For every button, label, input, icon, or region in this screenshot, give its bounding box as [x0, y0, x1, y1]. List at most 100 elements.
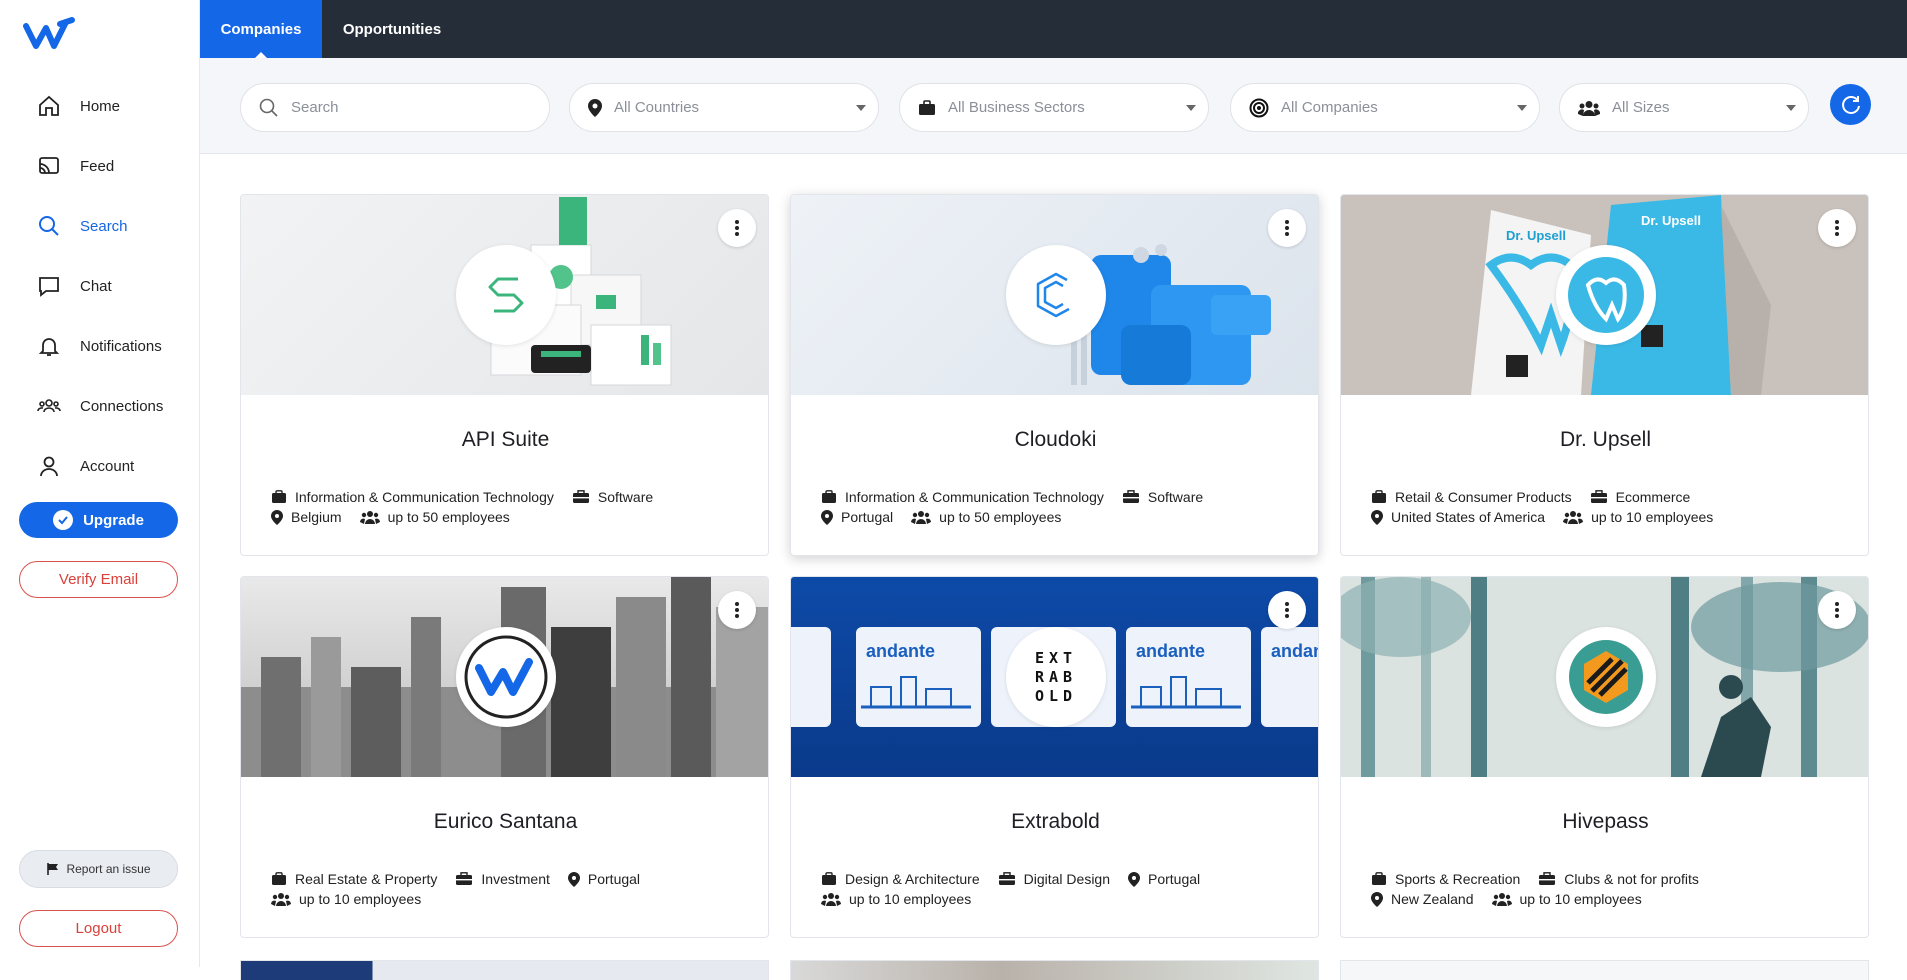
company-logo	[456, 627, 556, 727]
company-card[interactable]: API Suite Information & Communication Te…	[240, 194, 769, 556]
extrabold-logo-text: EXTRABOLD	[1034, 648, 1078, 705]
sectors-select[interactable]: All Business Sectors	[899, 83, 1209, 132]
company-meta: Retail & Consumer Products Ecommerce Uni…	[1371, 487, 1851, 527]
country-label: Belgium	[291, 509, 342, 525]
sector-tag: Real Estate & Property	[271, 871, 437, 887]
sector-icon	[822, 872, 836, 885]
tab-companies[interactable]: Companies	[200, 0, 322, 59]
sidebar-item-notifications[interactable]: Notifications	[0, 316, 200, 376]
sector-icon	[822, 490, 836, 503]
image-text: andante	[866, 641, 935, 661]
sidebar-item-home[interactable]: Home	[0, 76, 200, 136]
image-text: Dr. Upsell	[1641, 213, 1701, 228]
country-tag: Portugal	[821, 509, 893, 525]
sector-label: Retail & Consumer Products	[1395, 489, 1572, 505]
company-meta: Real Estate & Property Investment Portug…	[271, 869, 751, 909]
more-options-button[interactable]	[1818, 591, 1856, 629]
country-label: Portugal	[1148, 871, 1201, 887]
country-label: United States of America	[1391, 509, 1546, 525]
sidebar-item-label: Search	[80, 217, 128, 235]
people-icon	[821, 893, 841, 906]
company-card[interactable]: andante andante andante EXTRABOLD Extrab…	[790, 576, 1319, 938]
company-card[interactable]: Cloudoki Information & Communication Tec…	[790, 194, 1319, 556]
toolbox-icon	[1590, 490, 1607, 503]
flag-icon	[47, 863, 59, 875]
search-placeholder: Search	[291, 99, 339, 116]
toolbox-icon	[456, 872, 473, 885]
company-card[interactable]: Hivepass Sports & Recreation Clubs & not…	[1340, 576, 1869, 938]
sidebar: Home Feed Search Chat Notifications Conn…	[0, 0, 200, 967]
search-icon	[259, 98, 279, 118]
top-tabs-bar: Companies Opportunities	[200, 0, 1907, 59]
app-logo[interactable]	[22, 16, 78, 52]
chevron-down-icon	[1186, 105, 1196, 111]
company-name: Eurico Santana	[433, 810, 578, 833]
sidebar-item-account[interactable]: Account	[0, 436, 200, 496]
more-vertical-icon	[1835, 220, 1839, 236]
sector-icon	[272, 490, 286, 503]
logout-button[interactable]: Logout	[19, 910, 178, 947]
people-icon	[1491, 893, 1512, 906]
category-tag: Investment	[455, 871, 550, 887]
countries-select[interactable]: All Countries	[569, 83, 879, 132]
company-meta: Information & Communication Technology S…	[271, 487, 751, 527]
sectors-value: All Business Sectors	[948, 99, 1085, 116]
sidebar-item-connections[interactable]: Connections	[0, 376, 200, 436]
country-tag: Belgium	[271, 509, 342, 525]
category-tag: Digital Design	[998, 871, 1110, 887]
company-logo	[1556, 245, 1656, 345]
size-tag: up to 50 employees	[911, 509, 1061, 525]
size-tag: up to 10 employees	[821, 891, 971, 907]
category-label: Digital Design	[1023, 871, 1110, 887]
report-issue-button[interactable]: Report an issue	[19, 850, 178, 888]
sector-tag: Information & Communication Technology	[271, 489, 554, 505]
size-label: up to 10 employees	[1519, 891, 1642, 907]
size-label: up to 50 employees	[939, 509, 1062, 525]
more-vertical-icon	[1835, 602, 1839, 618]
verify-email-button[interactable]: Verify Email	[19, 561, 178, 598]
sidebar-item-search[interactable]: Search	[0, 196, 200, 256]
people-icon	[911, 511, 932, 524]
size-tag: up to 10 employees	[1491, 891, 1642, 907]
sidebar-item-feed[interactable]: Feed	[0, 136, 200, 196]
sidebar-item-chat[interactable]: Chat	[0, 256, 200, 316]
more-options-button[interactable]	[718, 209, 756, 247]
country-label: New Zealand	[1391, 891, 1474, 907]
more-options-button[interactable]	[1818, 209, 1856, 247]
category-tag: Clubs & not for profits	[1538, 871, 1699, 887]
company-card[interactable]: Eurico Santana Real Estate & Property In…	[240, 576, 769, 938]
tab-opportunities[interactable]: Opportunities	[322, 0, 462, 58]
search-input[interactable]: Search	[240, 83, 550, 132]
target-icon	[1249, 98, 1269, 118]
more-options-button[interactable]	[1268, 591, 1306, 629]
report-label: Report an issue	[66, 862, 151, 876]
refresh-button[interactable]	[1830, 84, 1871, 125]
location-pin-icon	[1371, 891, 1383, 907]
location-pin-icon	[821, 509, 833, 525]
people-icon	[359, 511, 380, 524]
upgrade-button[interactable]: Upgrade	[19, 502, 178, 538]
company-card-partial[interactable]	[240, 960, 769, 980]
filter-bar: Search All Countries All Business Sector…	[200, 58, 1907, 154]
category-label: Ecommerce	[1615, 489, 1691, 505]
location-pin-icon	[588, 98, 602, 117]
company-card-partial[interactable]	[1340, 960, 1869, 980]
more-options-button[interactable]	[1268, 209, 1306, 247]
cast-icon	[36, 153, 62, 179]
size-tag: up to 50 employees	[359, 509, 510, 525]
size-label: up to 10 employees	[849, 891, 972, 907]
more-options-button[interactable]	[718, 591, 756, 629]
company-card-partial[interactable]	[790, 960, 1319, 980]
company-name: Cloudoki	[1014, 428, 1097, 451]
companies-select[interactable]: All Companies	[1230, 83, 1540, 132]
company-card[interactable]: Dr. Upsell Dr. Upsell Dr. Upsell Retail …	[1340, 194, 1869, 556]
upgrade-label: Upgrade	[83, 511, 144, 529]
sector-icon	[1372, 872, 1386, 885]
location-pin-icon	[271, 509, 283, 525]
toolbox-icon	[572, 490, 589, 503]
category-tag: Software	[1122, 489, 1203, 505]
sector-tag: Sports & Recreation	[1371, 871, 1520, 887]
sizes-select[interactable]: All Sizes	[1559, 83, 1809, 132]
size-tag: up to 10 employees	[271, 891, 421, 907]
company-name: Extrabold	[1011, 810, 1100, 833]
